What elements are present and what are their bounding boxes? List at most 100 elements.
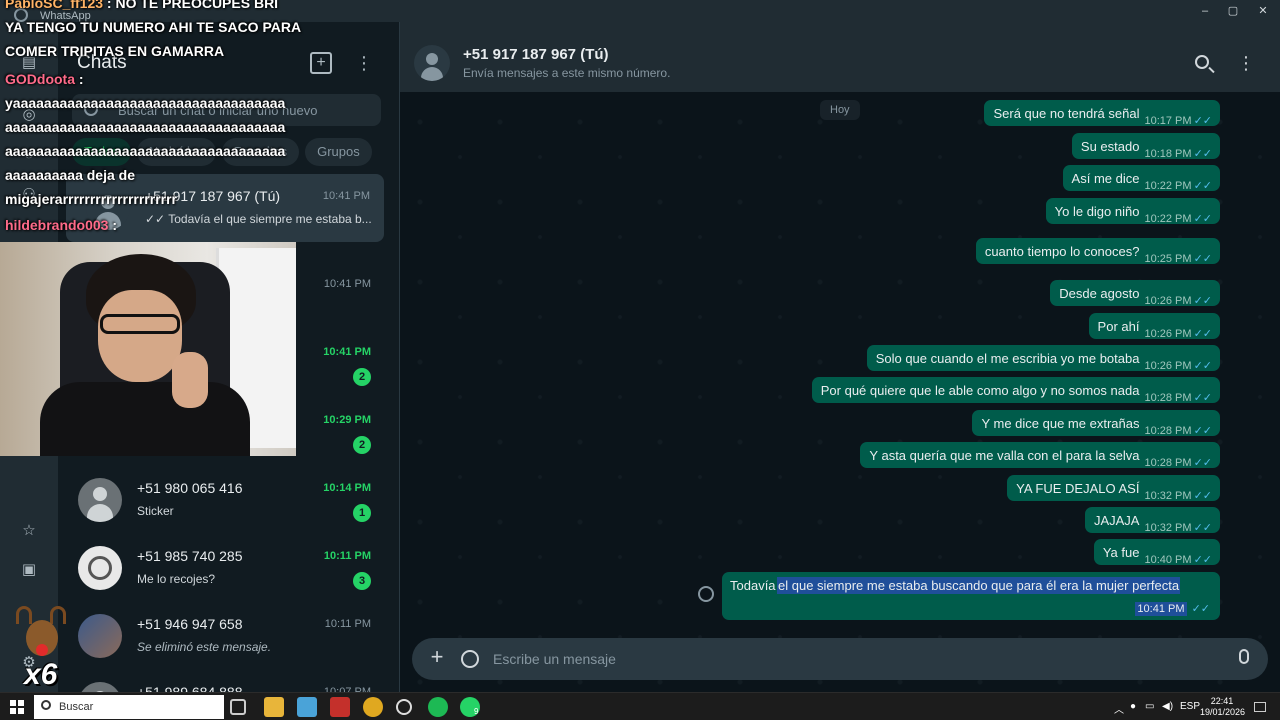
- search-input[interactable]: [118, 100, 368, 120]
- combo-counter: x6: [24, 658, 58, 691]
- network-icon[interactable]: ▭: [1145, 701, 1154, 712]
- volume-icon[interactable]: ◀): [1162, 701, 1173, 712]
- channels-icon[interactable]: ◌: [18, 144, 40, 166]
- message-bubble[interactable]: Desde agosto 10:26 PM ✓✓: [1050, 280, 1220, 307]
- chat-list-item[interactable]: +51 989 684 888 10:07 PM: [58, 670, 385, 692]
- communities-icon[interactable]: ⚇: [18, 184, 40, 206]
- chat-avatar: [78, 682, 122, 692]
- message-text: YA FUE DEJALO ASÍ: [1016, 481, 1140, 496]
- conversation-menu-icon[interactable]: ⋮: [1236, 52, 1256, 74]
- message-time: 10:41 PM: [1135, 602, 1187, 616]
- search-messages-icon[interactable]: [1195, 55, 1209, 69]
- message-bubble[interactable]: Yo le digo niño 10:22 PM ✓✓: [1045, 198, 1220, 225]
- chat-list-item[interactable]: +51 917 187 967 (Tú) 10:41 PM ✓✓ Todavía e…: [66, 174, 384, 242]
- message-meta: 10:22 PM ✓✓: [1144, 179, 1212, 192]
- tray-chevron-icon[interactable]: ︿: [1114, 701, 1124, 716]
- sidebar-title: Chats: [77, 52, 127, 73]
- message-bubble[interactable]: cuanto tiempo lo conoces? 10:25 PM ✓✓: [975, 238, 1220, 265]
- chat-time: 10:41 PM: [323, 346, 371, 358]
- read-receipt-icon: ✓✓: [1193, 360, 1212, 372]
- chat-avatar: [78, 614, 122, 658]
- message-time: 10:32 PM: [1144, 522, 1192, 534]
- message-meta: 10:25 PM ✓✓: [1144, 252, 1212, 265]
- webcam-overlay: [0, 242, 296, 456]
- chrome-icon[interactable]: [363, 697, 383, 717]
- task-view-icon[interactable]: [230, 699, 246, 715]
- maximize-button[interactable]: ▢: [1216, 2, 1250, 20]
- message-text-selection[interactable]: el que siempre me estaba buscando que pa…: [777, 577, 1181, 594]
- message-meta: 10:26 PM ✓✓: [1144, 359, 1212, 372]
- message-text-prefix: Todavía: [730, 578, 776, 593]
- contact-avatar[interactable]: [414, 45, 450, 81]
- filter-unread[interactable]: No leídos: [136, 138, 216, 166]
- chat-avatar: [86, 186, 130, 230]
- message-text: Desde agosto: [1059, 286, 1140, 301]
- language-indicator[interactable]: ESP: [1180, 701, 1200, 712]
- read-receipt-icon: ✓✓: [1193, 328, 1212, 340]
- taskbar-clock[interactable]: 22:41 19/01/2026: [1200, 696, 1245, 718]
- chat-name: +51 985 740 285: [137, 548, 243, 564]
- status-icon[interactable]: ◎: [18, 104, 40, 126]
- file-explorer-icon[interactable]: [264, 697, 284, 717]
- message-bubble[interactable]: Y asta quería que me valla con el para l…: [860, 442, 1220, 469]
- notifications-icon[interactable]: [1254, 702, 1266, 712]
- chat-list-item[interactable]: +51 980 065 416 10:14 PM Sticker 1: [58, 466, 385, 534]
- message-bubble[interactable]: Su estado 10:18 PM ✓✓: [1071, 133, 1220, 160]
- app-name: WhatsApp: [40, 10, 91, 22]
- obs-icon[interactable]: [396, 699, 412, 715]
- starred-icon[interactable]: ☆: [18, 520, 40, 542]
- chat-preview: Me lo recojes?: [137, 572, 216, 586]
- chat-list-item[interactable]: +51 985 740 285 10:11 PM Me lo recojes? 3: [58, 534, 385, 602]
- message-input[interactable]: [493, 649, 1193, 669]
- taskbar-search[interactable]: Buscar: [34, 695, 224, 719]
- message-bubble[interactable]: Por ahí 10:26 PM ✓✓: [1088, 313, 1220, 340]
- clock-time: 22:41: [1210, 696, 1234, 706]
- message-bubble[interactable]: Así me dice 10:22 PM ✓✓: [1062, 165, 1220, 192]
- message-bubble[interactable]: Y me dice que me extrañas 10:28 PM ✓✓: [972, 410, 1220, 437]
- chat-list-item[interactable]: +51 946 947 658 10:11 PM Se eliminó este m…: [58, 602, 385, 670]
- new-chat-icon[interactable]: +: [310, 52, 332, 74]
- message-meta: 10:22 PM ✓✓: [1144, 212, 1212, 225]
- conversation-panel: +51 917 187 967 (Tú) Envía mensajes a es…: [400, 22, 1280, 692]
- whatsapp-taskbar-badge: 9: [474, 707, 479, 716]
- start-icon[interactable]: [10, 700, 24, 714]
- message-bubble[interactable]: YA FUE DEJALO ASÍ 10:32 PM ✓✓: [1007, 475, 1220, 502]
- message-time: 10:26 PM: [1144, 360, 1192, 372]
- message-time: 10:28 PM: [1144, 425, 1192, 437]
- message-time: 10:22 PM: [1144, 213, 1192, 225]
- message-bubble[interactable]: Por qué quiere que le able como algo y n…: [811, 377, 1220, 404]
- filter-groups[interactable]: Grupos: [305, 138, 372, 166]
- message-time: 10:22 PM: [1144, 180, 1192, 192]
- message-text: cuanto tiempo lo conoces?: [984, 244, 1140, 259]
- selected-message[interactable]: Todavía el que siempre me estaba buscand…: [722, 572, 1220, 620]
- chats-icon[interactable]: ▤: [18, 52, 40, 74]
- media-icon[interactable]: ▣: [18, 559, 40, 581]
- filter-favorites[interactable]: Favoritos: [221, 138, 300, 166]
- spotify-icon[interactable]: [428, 697, 448, 717]
- sticker-icon[interactable]: [461, 650, 479, 668]
- message-bubble[interactable]: Será que no tendrá señal 10:17 PM ✓✓: [984, 100, 1220, 127]
- message-bubble[interactable]: Ya fue 10:40 PM ✓✓: [1093, 539, 1220, 566]
- chat-avatar: [78, 546, 122, 590]
- message-meta: 10:18 PM ✓✓: [1144, 147, 1212, 160]
- app-icon[interactable]: [330, 697, 350, 717]
- sidebar-menu-icon[interactable]: ⋮: [354, 52, 374, 74]
- unread-badge: 3: [353, 572, 371, 590]
- notepad-icon[interactable]: [297, 697, 317, 717]
- message-bubble[interactable]: JAJAJA 10:32 PM ✓✓: [1084, 507, 1220, 534]
- message-bubble[interactable]: Solo que cuando el me escribia yo me bot…: [866, 345, 1220, 372]
- microphone-icon[interactable]: [1239, 649, 1249, 664]
- message-meta: 10:28 PM ✓✓: [1144, 391, 1212, 404]
- chat-name: +51 917 187 967 (Tú): [145, 188, 281, 204]
- message-composer: +: [412, 638, 1268, 680]
- chat-preview: Se eliminó este mensaje.: [137, 640, 272, 654]
- filter-all[interactable]: Todos: [72, 138, 131, 166]
- attach-icon[interactable]: +: [426, 646, 448, 668]
- close-button[interactable]: ✕: [1246, 2, 1280, 20]
- unread-badge: 2: [353, 368, 371, 386]
- filter-chips: Todos No leídos Favoritos Grupos: [72, 138, 378, 168]
- react-emoji-icon[interactable]: [698, 586, 714, 602]
- contact-name[interactable]: +51 917 187 967 (Tú): [463, 46, 609, 63]
- mic-tray-icon[interactable]: ●: [1130, 701, 1136, 712]
- read-receipt-icon: ✓✓: [1193, 295, 1212, 307]
